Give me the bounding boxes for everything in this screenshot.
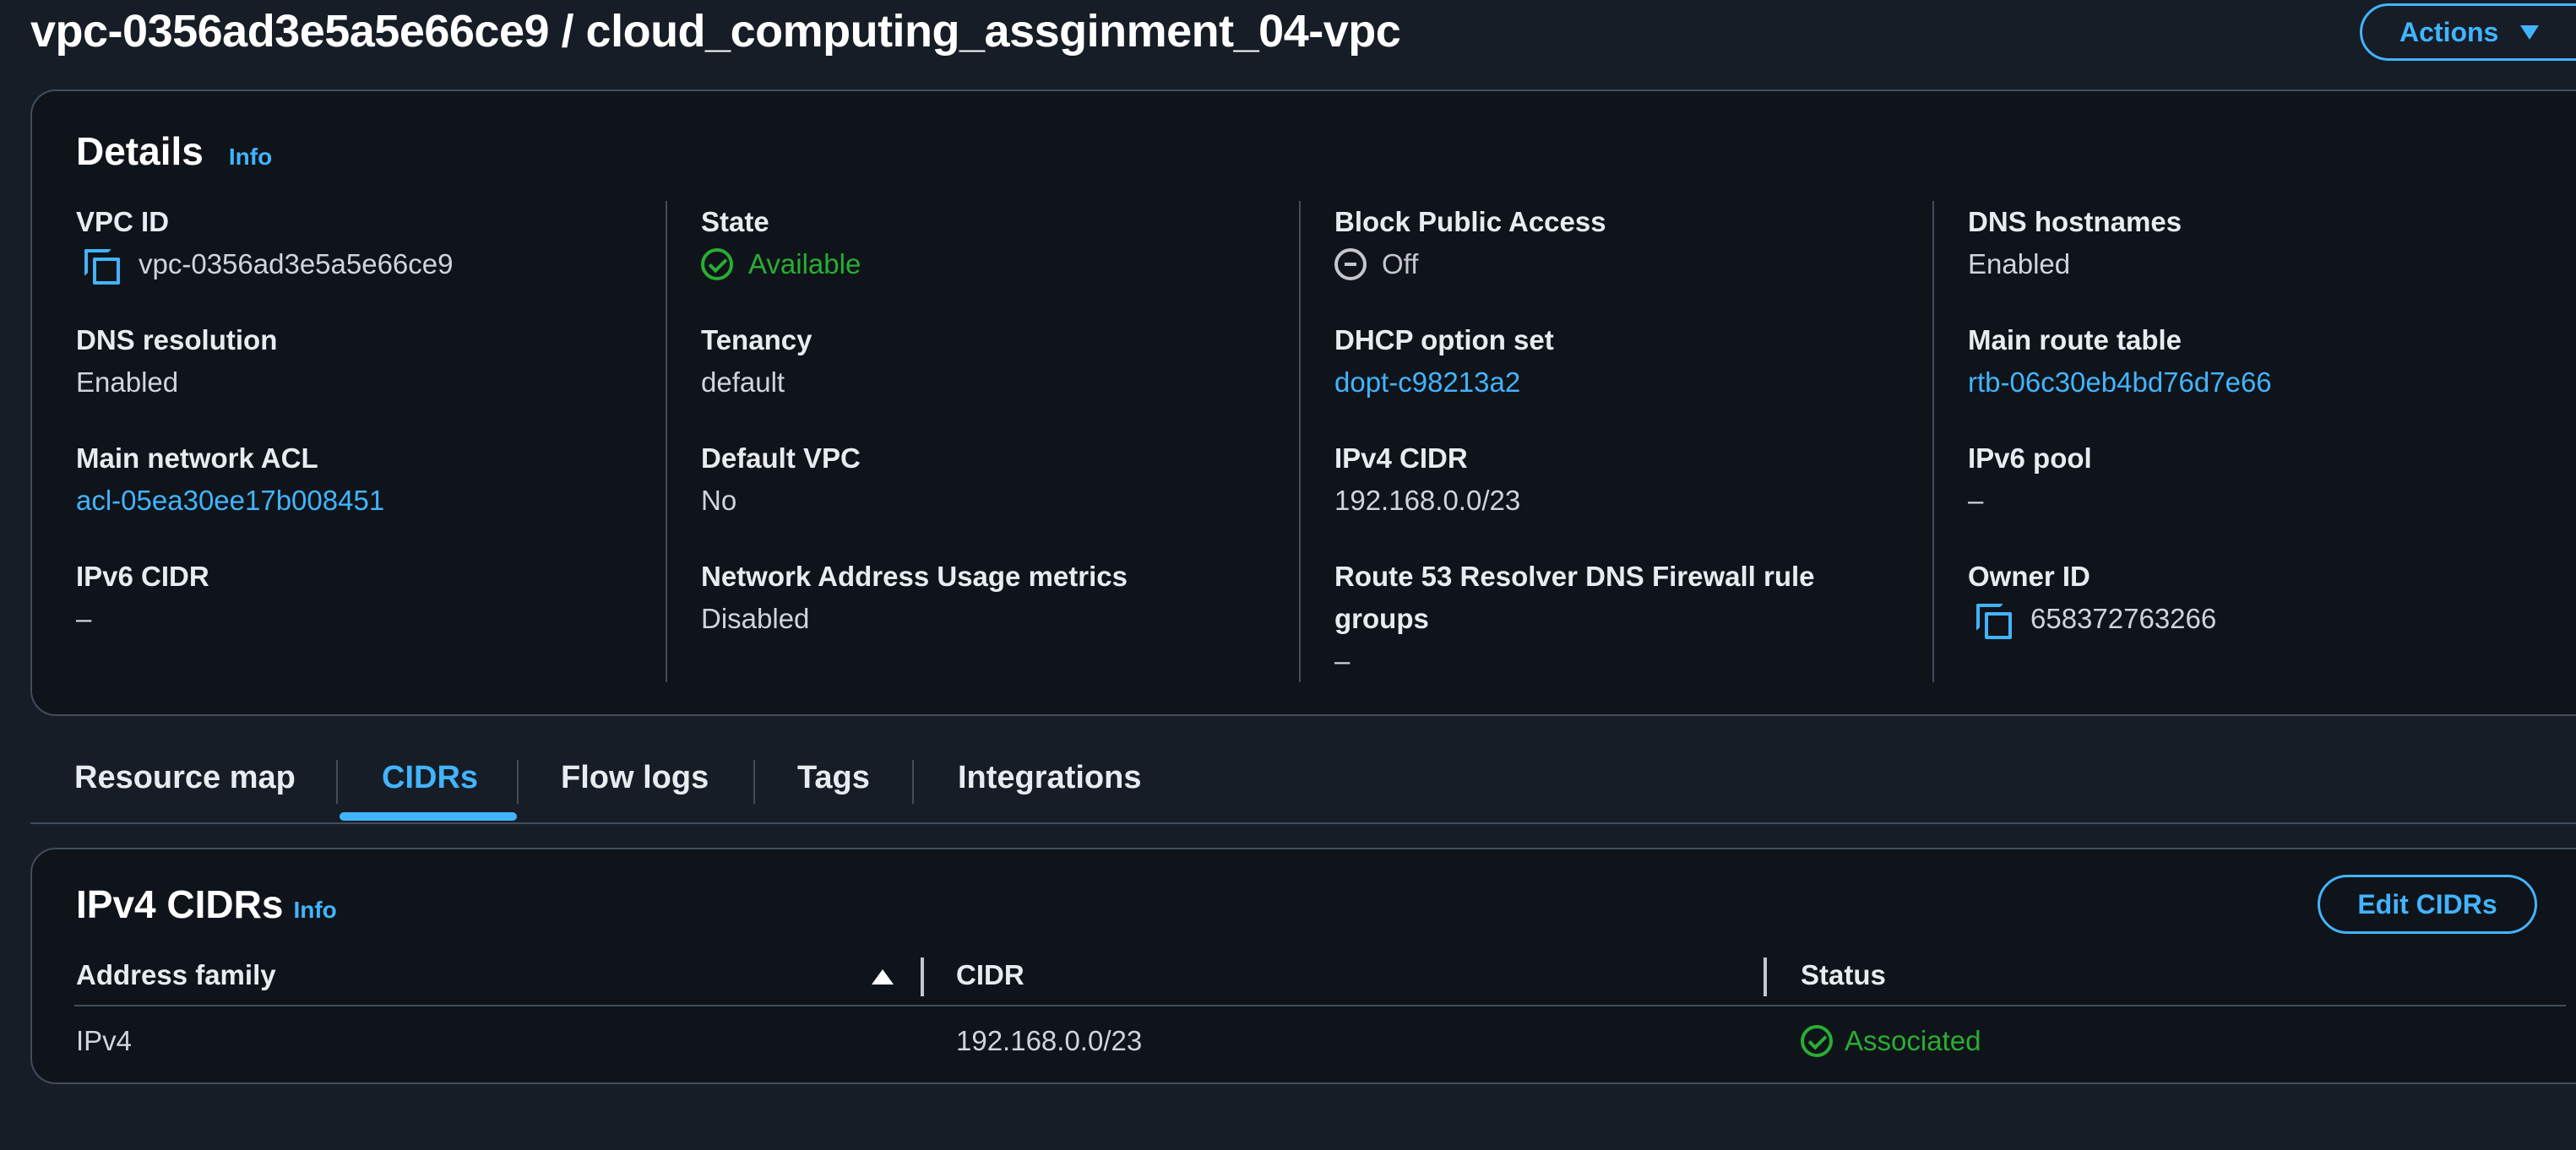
vpc-id-value: vpc-0356ad3e5a5e66ce9 [139,248,454,279]
actions-button[interactable]: Actions [2360,3,2576,61]
field-value: – [76,603,92,634]
field-tenancy: Tenancy default [701,319,1274,404]
cell-status: Associated [1801,1025,1981,1057]
details-info-link[interactable]: Info [229,144,272,171]
dhcp-option-link[interactable]: dopt-c98213a2 [1334,361,1907,404]
ipv4-cidrs-panel: IPv4 CIDRs Info Edit CIDRs Address famil… [30,848,2576,1084]
field-label: IPv6 CIDR [76,561,209,592]
field-label: Owner ID [1968,561,2090,592]
field-default-vpc: Default VPC No [701,437,1274,522]
route-table-link[interactable]: rtb-06c30eb4bd76d7e66 [1968,361,2541,404]
field-value: Disabled [701,603,810,634]
tab-cidrs[interactable]: CIDRs [382,760,478,796]
field-block-public-access: Block Public Access Off [1334,201,1907,285]
actions-label: Actions [2399,16,2499,47]
tab-divider [517,760,519,804]
field-value: – [1334,645,1350,676]
field-dns-hostnames: DNS hostnames Enabled [1968,201,2541,285]
tab-divider [912,760,914,804]
table-row: IPv4 192.168.0.0/23 Associated [74,1012,2566,1072]
caret-down-icon [2520,24,2540,40]
cell-address-family: IPv4 [76,1025,133,1056]
check-circle-icon [701,248,733,280]
owner-id-value: 658372763266 [2030,603,2217,634]
cidrs-title: IPv4 CIDRs [76,882,284,926]
details-column-1: VPC ID vpc-0356ad3e5a5e66ce9 DNS resolut… [76,201,684,682]
field-label: IPv6 pool [1968,442,2092,474]
field-value: No [701,485,737,516]
field-value: vpc-0356ad3e5a5e66ce9 [76,243,684,285]
check-circle-icon [1801,1025,1833,1057]
block-public-access-text: Off [1382,248,1419,279]
sort-ascending-icon[interactable] [872,969,894,985]
status-text: Associated [1845,1025,1981,1056]
field-value: Enabled [76,366,179,398]
details-column-2: State Available Tenancy default Default … [666,201,1274,682]
field-label: Default VPC [701,442,861,474]
field-ipv4-cidr: IPv4 CIDR 192.168.0.0/23 [1334,437,1907,522]
column-header-status[interactable]: Status [1801,959,1886,991]
field-label: VPC ID [76,206,170,237]
field-label: Route 53 Resolver DNS Firewall rule grou… [1334,561,1815,634]
copy-icon[interactable] [83,247,120,285]
field-state: State Available [701,201,1274,285]
field-label: Network Address Usage metrics [701,561,1128,592]
field-ipv6-pool: IPv6 pool – [1968,437,2541,522]
field-label: DHCP option set [1334,324,1554,355]
field-owner-id: Owner ID 658372763266 [1968,556,2541,640]
field-value: Enabled [1968,248,2071,279]
field-label: State [701,206,769,237]
table-header: Address family CIDR Status [74,951,2566,1006]
page-title: vpc-0356ad3e5a5e66ce9 / cloud_computing_… [30,6,1401,57]
details-panel: Details Info VPC ID vpc-0356ad3e5a5e66ce… [30,90,2576,716]
tab-tags[interactable]: Tags [797,760,870,796]
tab-bar: Resource map CIDRs Flow logs Tags Integr… [30,743,2576,824]
field-main-network-acl: Main network ACL acl-05ea30ee17b008451 [76,437,684,522]
field-value: – [1968,485,1984,516]
field-value: 658372763266 [1968,598,2541,640]
minus-circle-icon [1334,248,1367,280]
column-header-cidr[interactable]: CIDR [956,959,1024,991]
field-label: Main network ACL [76,442,318,474]
column-resize-handle[interactable] [1764,957,1767,996]
details-column-4: DNS hostnames Enabled Main route table r… [1932,201,2541,682]
tab-integrations[interactable]: Integrations [958,760,1141,796]
details-heading: Details Info [76,128,272,174]
cidrs-heading: IPv4 CIDRs Info [76,881,337,927]
state-value: Available [701,243,1274,285]
vpc-details-page: vpc-0356ad3e5a5e66ce9 / cloud_computing_… [0,0,2576,1150]
field-label: Block Public Access [1334,206,1606,237]
field-label: Main route table [1968,324,2182,355]
block-public-access-value: Off [1334,243,1907,285]
tab-divider [336,760,338,804]
field-label: IPv4 CIDR [1334,442,1468,474]
tab-flow-logs[interactable]: Flow logs [561,760,709,796]
field-value: default [701,366,785,398]
details-column-3: Block Public Access Off DHCP option set … [1299,201,1907,682]
state-text: Available [748,248,861,279]
field-label: DNS hostnames [1968,206,2182,237]
copy-icon[interactable] [1975,602,2012,639]
field-ipv6-cidr: IPv6 CIDR – [76,556,684,640]
details-title: Details [76,129,204,173]
field-dhcp-option-set: DHCP option set dopt-c98213a2 [1334,319,1907,404]
column-header-address-family[interactable]: Address family [76,959,276,991]
field-value: 192.168.0.0/23 [1334,485,1521,516]
field-vpc-id: VPC ID vpc-0356ad3e5a5e66ce9 [76,201,684,285]
field-dns-resolution: DNS resolution Enabled [76,319,684,404]
field-main-route-table: Main route table rtb-06c30eb4bd76d7e66 [1968,319,2541,404]
tab-resource-map[interactable]: Resource map [74,760,296,796]
field-network-address-usage: Network Address Usage metrics Disabled [701,556,1274,640]
field-label: Tenancy [701,324,812,355]
network-acl-link[interactable]: acl-05ea30ee17b008451 [76,480,684,522]
field-route53-firewall: Route 53 Resolver DNS Firewall rule grou… [1334,556,1907,682]
cell-cidr: 192.168.0.0/23 [956,1025,1143,1056]
active-tab-indicator [340,812,517,821]
tab-divider [753,760,755,804]
cidrs-info-link[interactable]: Info [293,897,336,924]
edit-cidrs-button[interactable]: Edit CIDRs [2318,875,2537,934]
column-resize-handle[interactable] [921,957,924,996]
field-label: DNS resolution [76,324,278,355]
